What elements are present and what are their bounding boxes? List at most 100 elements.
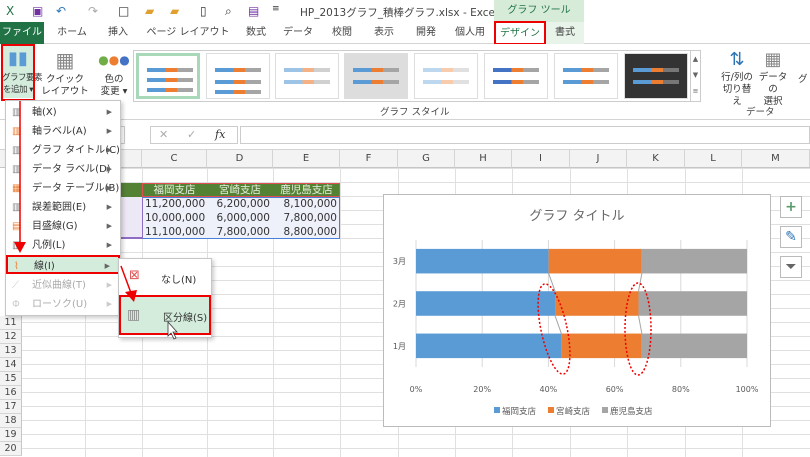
chart-styles-brush-icon[interactable]: ✎	[780, 226, 802, 248]
table-cell[interactable]: 7,800,000	[207, 225, 273, 239]
chart-type-truncated[interactable]: グ	[798, 74, 808, 86]
menu-item-axis-titles[interactable]: ▥ 軸ラベル(A) ▶	[6, 122, 120, 141]
table-cell[interactable]: 11,100,000	[142, 225, 207, 239]
chart-style-7[interactable]	[554, 53, 618, 99]
chart-elements-plus-icon[interactable]: +	[780, 196, 802, 218]
undo-icon[interactable]: ↶	[56, 4, 66, 18]
row-header-20[interactable]: 20	[0, 442, 22, 456]
column-header-j[interactable]: J	[570, 150, 627, 168]
tab-review[interactable]: 校閲	[322, 22, 362, 44]
row-header-17[interactable]: 17	[0, 400, 22, 414]
chart-area[interactable]: グラフ タイトル 0% 20% 40% 60% 80% 100% 1月 2月 3月 福岡支店 宮崎支…	[383, 194, 771, 427]
row-header-12[interactable]: 12	[0, 330, 22, 344]
table-cell[interactable]: 8,800,000	[273, 225, 340, 239]
chart-style-8[interactable]	[624, 53, 688, 99]
tab-design[interactable]: デザイン	[494, 21, 546, 45]
chart-style-1[interactable]	[136, 53, 200, 99]
chart-style-3[interactable]	[275, 53, 339, 99]
select-data-button[interactable]: ▦ データの 選択	[756, 48, 790, 108]
data-group-label: データ	[746, 107, 775, 118]
column-header-h[interactable]: H	[455, 150, 512, 168]
cancel-icon[interactable]: ✕	[159, 127, 168, 143]
gallery-scroll[interactable]: ▲ ▼ ≡	[690, 51, 700, 101]
new-file-icon[interactable]: □	[118, 4, 129, 18]
menu-item-data-labels[interactable]: ▥ データ ラベル(D) ▶	[6, 160, 120, 179]
menu-item-legend[interactable]: ▥ 凡例(L) ▶	[6, 236, 120, 255]
tab-formulas[interactable]: 数式	[236, 22, 276, 44]
menu-item-chart-title[interactable]: ▥ グラフ タイトル(C) ▶	[6, 141, 120, 160]
column-header-i[interactable]: I	[512, 150, 570, 168]
tab-format[interactable]: 書式	[546, 22, 584, 44]
menu-item-data-table[interactable]: ▦ データ テーブル(B) ▶	[6, 179, 120, 198]
open-folder-icon[interactable]: ▰	[145, 4, 154, 18]
ribbon: ▮▮ グラフ要素 を追加 ▾ ▦ クイック レイアウト ▾ ●●● 色の 変更 …	[0, 44, 810, 120]
print-preview-icon[interactable]: ▯	[200, 4, 207, 18]
menu-item-gridlines[interactable]: ▤ 目盛線(G) ▶	[6, 217, 120, 236]
tab-personal[interactable]: 個人用	[448, 22, 492, 44]
change-colors-button[interactable]: ●●● 色の 変更 ▾	[96, 46, 132, 98]
chart-filter-icon[interactable]: ⏷	[780, 256, 802, 278]
table-cell[interactable]: 7,800,000	[273, 211, 340, 225]
formula-input[interactable]	[240, 126, 810, 144]
column-header-d[interactable]: D	[207, 150, 273, 168]
enter-icon[interactable]: ✓	[187, 127, 196, 143]
insert-function-icon[interactable]: fx	[215, 127, 225, 143]
tab-page-layout[interactable]: ページ レイアウト	[142, 22, 234, 44]
column-header-f[interactable]: F	[340, 150, 398, 168]
chart-style-2[interactable]	[206, 53, 270, 99]
redo-icon[interactable]: ↷	[88, 4, 98, 18]
tab-developer[interactable]: 開発	[406, 22, 446, 44]
row-header-11[interactable]: 11	[0, 316, 22, 330]
table-cell[interactable]: 8,100,000	[273, 197, 340, 211]
table-cell[interactable]: 6,000,000	[207, 211, 273, 225]
form-icon[interactable]: ▤	[248, 4, 259, 18]
save-icon[interactable]: ▣	[32, 4, 43, 18]
menu-item-up-down-bars[interactable]: Φ ローソク(U) ▶	[6, 295, 120, 314]
row-header-14[interactable]: 14	[0, 358, 22, 372]
row-header-15[interactable]: 15	[0, 372, 22, 386]
tab-home[interactable]: ホーム	[52, 22, 92, 44]
customize-icon[interactable]: ≡	[272, 4, 280, 14]
zoom-icon[interactable]: ⌕	[225, 4, 232, 19]
tab-view[interactable]: 表示	[364, 22, 404, 44]
bar-segment	[638, 291, 747, 316]
legend-label: 福岡支店	[502, 406, 537, 417]
folder-icon[interactable]: ▰	[170, 4, 179, 18]
chart-tools-label: グラフ ツール	[494, 0, 584, 22]
column-header-k[interactable]: K	[627, 150, 685, 168]
column-header-e[interactable]: E	[273, 150, 340, 168]
tab-data[interactable]: データ	[278, 22, 318, 44]
chart-style-6[interactable]	[484, 53, 548, 99]
switch-row-column-button[interactable]: ⇅ 行/列の 切り替え	[720, 48, 754, 108]
row-header-18[interactable]: 18	[0, 414, 22, 428]
menu-item-trendline[interactable]: ⟋ 近似曲線(T) ▶	[6, 276, 120, 295]
header-cell[interactable]: 鹿児島支店	[273, 183, 340, 197]
lines-icon: ⌇	[14, 261, 19, 272]
submenu-item-series-lines[interactable]: ▥ 区分線(S)	[119, 295, 211, 335]
chart-style-5[interactable]	[414, 53, 478, 99]
table-cell[interactable]: 10,000,000	[142, 211, 207, 225]
submenu-arrow-icon: ▶	[106, 281, 112, 289]
menu-item-lines[interactable]: ⌇ 線(I) ▶	[6, 255, 120, 274]
chart-title[interactable]: グラフ タイトル	[529, 209, 624, 224]
header-cell[interactable]: 福岡支店	[142, 183, 207, 197]
tab-file[interactable]: ファイル	[0, 22, 44, 44]
table-cell[interactable]: 11,200,000	[142, 197, 207, 211]
column-header-m[interactable]: M	[742, 150, 810, 168]
menu-item-axes[interactable]: ▥ 軸(X) ▶	[6, 103, 120, 122]
menu-label: 近似曲線(T)	[32, 280, 86, 291]
row-header-16[interactable]: 16	[0, 386, 22, 400]
header-cell[interactable]: 宮崎支店	[207, 183, 273, 197]
chart-style-4[interactable]	[344, 53, 408, 99]
column-header-l[interactable]: L	[685, 150, 742, 168]
menu-item-error-bars[interactable]: ▥ 誤差範囲(E) ▶	[6, 198, 120, 217]
row-header-13[interactable]: 13	[0, 344, 22, 358]
row-header-19[interactable]: 19	[0, 428, 22, 442]
add-chart-element-button[interactable]: ▮▮ グラフ要素 を追加 ▾	[2, 46, 43, 98]
quick-layout-label: クイック	[45, 74, 84, 85]
column-header-c[interactable]: C	[142, 150, 207, 168]
table-cell[interactable]: 6,200,000	[207, 197, 273, 211]
column-header-g[interactable]: G	[398, 150, 455, 168]
tab-insert[interactable]: 挿入	[98, 22, 138, 44]
submenu-item-none[interactable]: ⊠ なし(N)	[119, 265, 211, 289]
